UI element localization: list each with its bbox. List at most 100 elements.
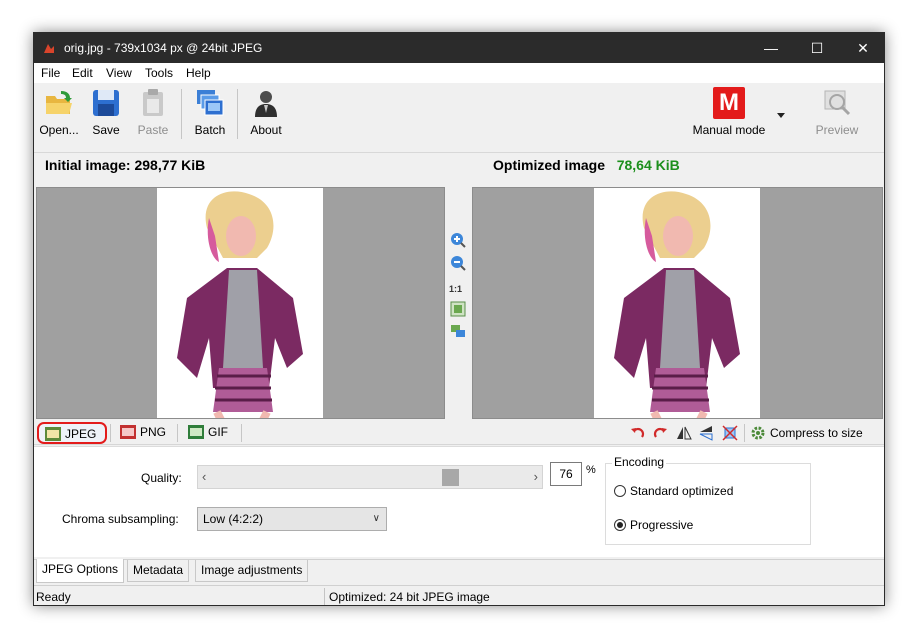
toolbar-separator [181, 89, 182, 139]
quality-input[interactable]: 76 [550, 462, 582, 486]
manual-mode-label: Manual mode [692, 123, 766, 137]
paste-label: Paste [137, 123, 169, 137]
status-optimized: Optimized: 24 bit JPEG image [329, 590, 490, 604]
slider-right-arrow-icon[interactable]: › [534, 469, 538, 484]
about-button[interactable]: About [244, 87, 288, 145]
clipboard-icon [143, 89, 163, 116]
jpeg-options-panel: Quality: ‹ › 76 % Chroma subsampling: Lo… [34, 446, 884, 557]
rotate-left-icon[interactable] [630, 425, 646, 441]
status-divider [324, 588, 325, 605]
about-label: About [250, 123, 282, 137]
chroma-subsampling-value: Low (4:2:2) [203, 512, 264, 526]
preview-label: Preview [815, 123, 859, 137]
format-separator [177, 424, 178, 442]
batch-button[interactable]: Batch [189, 87, 231, 145]
optimized-image-canvas [594, 188, 760, 418]
woman-in-jacket-image [614, 191, 740, 418]
close-button[interactable]: ✕ [840, 33, 884, 63]
open-label: Open... [39, 123, 79, 137]
open-folder-icon [46, 91, 72, 114]
encoding-title: Encoding [612, 455, 667, 469]
menu-file[interactable]: File [41, 66, 60, 80]
tab-metadata[interactable]: Metadata [127, 560, 190, 582]
compress-to-size-button[interactable]: Compress to size [750, 425, 863, 443]
format-gif-label: GIF [208, 425, 228, 439]
window-title: orig.jpg - 739x1034 px @ 24bit JPEG [64, 41, 263, 55]
format-separator [110, 424, 111, 442]
tab-image-adjustments[interactable]: Image adjustments [195, 560, 309, 582]
jpeg-file-icon [45, 427, 61, 441]
optimized-image-label: Optimized image [493, 157, 606, 173]
radio-button-icon [614, 485, 626, 497]
save-button[interactable]: Save [86, 87, 126, 145]
format-separator [744, 424, 745, 442]
flip-horizontal-icon[interactable] [676, 425, 692, 441]
manual-mode-letter: M [719, 89, 739, 116]
batch-images-icon [197, 90, 224, 116]
quality-label: Quality: [141, 471, 182, 485]
person-icon [255, 91, 277, 117]
paste-button[interactable]: Paste [132, 87, 174, 145]
title-bar: orig.jpg - 739x1034 px @ 24bit JPEG — ☐ … [34, 33, 884, 63]
fit-to-window-icon[interactable] [450, 301, 466, 317]
toolbar: Open... Save Paste Batch About M Manual … [34, 83, 884, 153]
png-file-icon [120, 425, 136, 439]
optimized-image-header: Optimized image 78,64 KiB [493, 157, 680, 173]
menu-view[interactable]: View [106, 66, 132, 80]
manual-mode-icon: M [713, 87, 745, 119]
menu-help[interactable]: Help [186, 66, 211, 80]
initial-image-header: Initial image: 298,77 KiB [45, 157, 205, 173]
zoom-actual-size[interactable]: 1:1 [449, 284, 462, 294]
progressive-radio[interactable]: Progressive [614, 518, 693, 532]
zoom-toolbar: 1:1 [446, 187, 471, 419]
format-bar: JPEG PNG GIF Compress to size [34, 419, 884, 445]
radio-button-icon [614, 519, 626, 531]
minimize-button[interactable]: — [748, 33, 794, 63]
menu-edit[interactable]: Edit [72, 66, 93, 80]
gear-icon [751, 426, 765, 440]
sync-view-icon[interactable] [450, 323, 466, 339]
app-window: orig.jpg - 739x1034 px @ 24bit JPEG — ☐ … [33, 32, 885, 606]
floppy-disk-icon [93, 90, 119, 116]
chroma-subsampling-label: Chroma subsampling: [62, 512, 179, 526]
chevron-down-icon: ∨ [372, 513, 380, 524]
open-button[interactable]: Open... [36, 87, 82, 145]
format-separator [241, 424, 242, 442]
zoom-out-icon[interactable] [450, 255, 466, 271]
rotate-right-icon[interactable] [652, 425, 668, 441]
initial-image-pane[interactable] [36, 187, 445, 419]
optimized-image-size: 78,64 KiB [616, 157, 680, 173]
percent-sign: % [586, 464, 596, 476]
menu-bar: File Edit View Tools Help [34, 63, 884, 83]
save-label: Save [92, 123, 120, 137]
quality-slider-thumb[interactable] [441, 469, 459, 486]
optimized-image-pane[interactable] [472, 187, 883, 419]
menu-tools[interactable]: Tools [145, 66, 173, 80]
maximize-button[interactable]: ☐ [794, 33, 840, 63]
quality-slider[interactable]: ‹ › [197, 465, 543, 489]
tab-jpeg-options[interactable]: JPEG Options [36, 559, 125, 583]
format-tab-png[interactable]: PNG [114, 422, 174, 444]
encoding-group: Encoding Standard optimized Progressive [605, 455, 811, 545]
gif-file-icon [188, 425, 204, 439]
manual-mode-button[interactable]: M Manual mode [684, 87, 774, 145]
format-tab-jpeg[interactable]: JPEG [37, 422, 107, 444]
mode-dropdown-arrow-icon[interactable] [777, 113, 785, 119]
progressive-label: Progressive [630, 518, 694, 532]
format-jpeg-label: JPEG [65, 427, 97, 441]
slider-left-arrow-icon[interactable]: ‹ [202, 469, 206, 484]
preview-button[interactable]: Preview [812, 87, 862, 145]
initial-image-label: Initial image: [45, 157, 131, 173]
status-bar: Ready Optimized: 24 bit JPEG image [34, 585, 884, 605]
batch-label: Batch [194, 123, 226, 137]
chroma-subsampling-select[interactable]: Low (4:2:2) ∨ [197, 507, 387, 531]
format-tab-gif[interactable]: GIF [182, 422, 238, 444]
status-ready: Ready [36, 590, 71, 604]
woman-in-jacket-image [177, 191, 303, 418]
zoom-in-icon[interactable] [450, 232, 466, 248]
flip-vertical-icon[interactable] [698, 425, 714, 441]
magnifier-preview-icon [824, 90, 851, 116]
crop-icon[interactable] [722, 425, 738, 441]
toolbar-separator [237, 89, 238, 139]
standard-optimized-radio[interactable]: Standard optimized [614, 484, 733, 498]
